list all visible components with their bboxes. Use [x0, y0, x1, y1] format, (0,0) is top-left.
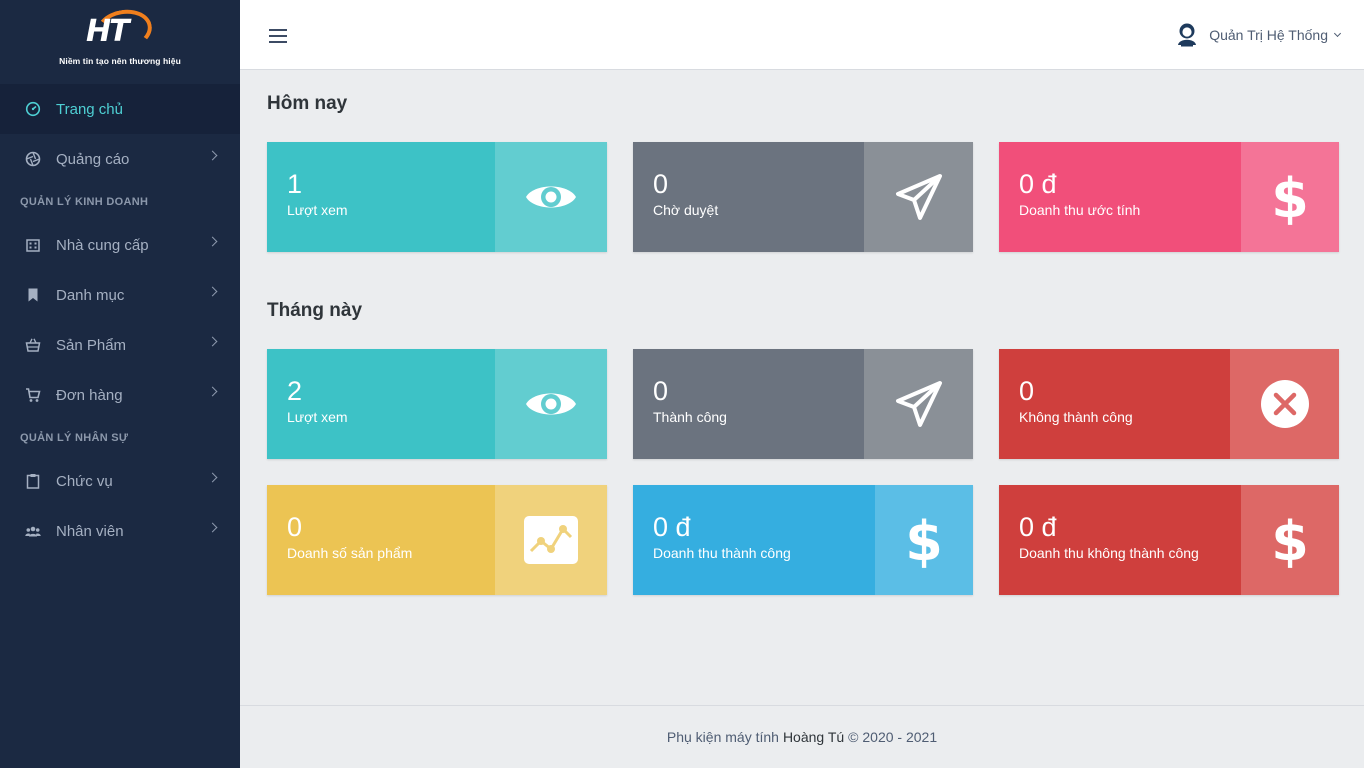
stat-label: Thành công — [653, 409, 727, 425]
section-title-staff: QUẢN LÝ NHÂN SỰ — [20, 432, 129, 444]
stat-label: Doanh số sản phẩm — [287, 545, 413, 561]
footer-prefix: Phụ kiện máy tính — [666, 729, 779, 745]
stat-card-today-views[interactable]: 1 Lượt xem — [267, 142, 607, 252]
stat-card-month-success[interactable]: 0 Thành công — [633, 349, 973, 459]
sidebar-item-label: Đơn hàng — [56, 386, 123, 404]
stat-value: 2 — [287, 376, 303, 406]
logo-text: HT — [86, 14, 130, 49]
footer-brand-link[interactable]: Hoàng Tú — [783, 729, 844, 745]
stat-value: 0 đ — [1019, 169, 1057, 199]
dollar-icon: $ — [1241, 485, 1339, 595]
stat-value: 1 — [287, 169, 303, 199]
chevron-right-icon — [207, 236, 218, 247]
bookmark-icon — [24, 286, 42, 304]
eye-icon — [495, 142, 607, 252]
sidebar-item-positions[interactable]: Chức vụ — [0, 456, 240, 506]
stat-card-month-revenue-failed[interactable]: 0 đ Doanh thu không thành công $ — [999, 485, 1339, 595]
sidebar: HT Niềm tin tạo nên thương hiệu Trang ch… — [0, 0, 240, 768]
clipboard-icon — [24, 472, 42, 490]
chevron-right-icon — [207, 472, 218, 483]
stat-card-month-revenue-success[interactable]: 0 đ Doanh thu thành công $ — [633, 485, 973, 595]
brand-tagline: Niềm tin tạo nên thương hiệu — [59, 56, 181, 66]
sidebar-item-products[interactable]: Sản Phẩm — [0, 320, 240, 370]
footer: Phụ kiện máy tính Hoàng Tú © 2020 - 2021 — [240, 705, 1364, 768]
section-month-title: Tháng này — [267, 300, 363, 321]
sidebar-nav-staff: Chức vụ Nhân viên — [0, 456, 240, 556]
aperture-icon — [24, 150, 42, 168]
stat-value: 0 — [653, 169, 669, 199]
section-title-business: QUẢN LÝ KINH DOANH — [20, 196, 149, 208]
sidebar-item-suppliers[interactable]: Nhà cung cấp — [0, 220, 240, 270]
x-circle-icon — [1230, 349, 1339, 459]
svg-text:$: $ — [1271, 169, 1309, 225]
stat-label: Doanh thu thành công — [653, 545, 791, 561]
sidebar-nav-business: Nhà cung cấp Danh mục Sản Phẩm Đơn hàng — [0, 220, 240, 420]
top-header: Quản Trị Hệ Thống — [240, 0, 1364, 70]
user-menu[interactable]: Quản Trị Hệ Thống — [1175, 22, 1342, 48]
stat-label: Lượt xem — [287, 202, 348, 218]
stat-value: 0 — [653, 376, 669, 406]
svg-text:$: $ — [905, 512, 943, 568]
sidebar-item-label: Nhà cung cấp — [56, 236, 149, 254]
chevron-right-icon — [207, 150, 218, 161]
basket-icon — [24, 336, 42, 354]
eye-icon — [495, 349, 607, 459]
people-icon — [24, 522, 42, 540]
stat-card-month-failed[interactable]: 0 Không thành công — [999, 349, 1339, 459]
brand-logo[interactable]: HT Niềm tin tạo nên thương hiệu — [0, 0, 240, 84]
sidebar-item-employees[interactable]: Nhân viên — [0, 506, 240, 556]
dashboard-icon — [24, 100, 42, 118]
sidebar-item-ads[interactable]: Quảng cáo — [0, 134, 240, 184]
svg-text:$: $ — [1271, 512, 1309, 568]
user-avatar-icon — [1175, 22, 1199, 48]
chevron-right-icon — [207, 522, 218, 533]
sidebar-item-label: Sản Phẩm — [56, 336, 127, 354]
stat-label: Doanh thu không thành công — [1019, 545, 1199, 561]
sidebar-item-categories[interactable]: Danh mục — [0, 270, 240, 320]
stat-card-month-views[interactable]: 2 Lượt xem — [267, 349, 607, 459]
stat-value: 0 — [1019, 376, 1035, 406]
chevron-down-icon — [1333, 29, 1342, 37]
paper-plane-icon — [864, 349, 973, 459]
stat-label: Doanh thu ước tính — [1019, 202, 1141, 218]
menu-toggle-icon[interactable] — [269, 29, 287, 43]
stat-value: 0 — [287, 512, 303, 542]
stat-label: Không thành công — [1019, 409, 1133, 425]
sidebar-item-home[interactable]: Trang chủ — [0, 84, 240, 134]
chevron-right-icon — [207, 386, 218, 397]
paper-plane-icon — [864, 142, 973, 252]
stat-value: 0 đ — [1019, 512, 1057, 542]
sidebar-item-label: Chức vụ — [56, 472, 113, 490]
sidebar-item-label: Nhân viên — [56, 522, 124, 540]
stat-card-month-product-sales[interactable]: 0 Doanh số sản phẩm — [267, 485, 607, 595]
dollar-icon: $ — [1241, 142, 1339, 252]
sidebar-item-label: Trang chủ — [56, 100, 123, 118]
stat-card-today-revenue[interactable]: 0 đ Doanh thu ước tính $ — [999, 142, 1339, 252]
cart-icon — [24, 386, 42, 404]
logo-mark: HT — [80, 5, 160, 55]
section-today-title: Hôm nay — [267, 93, 348, 114]
chevron-right-icon — [207, 336, 218, 347]
dollar-icon: $ — [875, 485, 973, 595]
sidebar-item-label: Danh mục — [56, 286, 125, 304]
stat-value: 0 đ — [653, 512, 691, 542]
stat-label: Lượt xem — [287, 409, 348, 425]
chevron-right-icon — [207, 286, 218, 297]
stat-card-today-pending[interactable]: 0 Chờ duyệt — [633, 142, 973, 252]
footer-copyright: © 2020 - 2021 — [848, 729, 938, 745]
sidebar-item-orders[interactable]: Đơn hàng — [0, 370, 240, 420]
building-icon — [24, 236, 42, 254]
line-chart-icon — [495, 485, 607, 595]
sidebar-item-label: Quảng cáo — [56, 150, 130, 168]
sidebar-nav: Trang chủ Quảng cáo — [0, 84, 240, 184]
user-name: Quản Trị Hệ Thống — [1209, 27, 1328, 43]
stat-label: Chờ duyệt — [653, 202, 719, 218]
